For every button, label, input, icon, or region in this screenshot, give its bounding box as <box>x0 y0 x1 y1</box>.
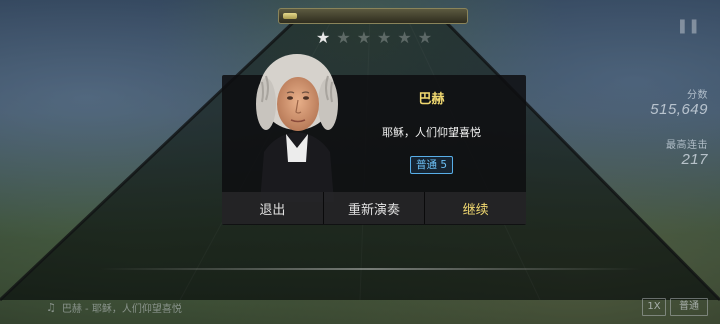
star-rating: ★ ★ ★ ★ ★ ★ <box>316 27 432 49</box>
star-icon: ★ <box>397 28 412 47</box>
song-progress-fill <box>283 13 298 19</box>
difficulty-button[interactable]: 普通 <box>670 298 708 316</box>
max-combo-value: 217 <box>681 151 708 168</box>
exit-button[interactable]: 退出 <box>222 192 323 224</box>
star-icon: ★ <box>316 28 331 47</box>
difficulty-badge: 普通 5 <box>410 156 454 174</box>
restart-button[interactable]: 重新演奏 <box>322 192 425 224</box>
star-icon: ★ <box>356 28 372 47</box>
dialog-button-row: 退出 重新演奏 继续 <box>222 192 527 224</box>
max-combo-label: 最高连击 <box>666 140 708 151</box>
composer-portrait <box>256 54 338 202</box>
game-screen: ★ ★ ★ ★ ★ ★ ❚❚ 分数 515,649 最高连击 217 巴赫 耶稣，人们仰望… <box>0 0 720 324</box>
now-playing: ♫ 巴赫 - 耶稣，人们仰望喜悦 <box>46 300 182 315</box>
bottom-bar: ♫ 巴赫 - 耶稣，人们仰望喜悦 1X 普通 <box>38 298 712 316</box>
speed-button[interactable]: 1X <box>642 298 666 316</box>
star-icon: ★ <box>417 28 433 47</box>
music-note-icon: ♫ <box>46 301 56 314</box>
pause-icon[interactable]: ❚❚ <box>677 18 700 34</box>
score-label: 分数 <box>687 90 708 101</box>
star-icon: ★ <box>336 28 351 47</box>
song-progress-bar <box>278 8 468 24</box>
score-value: 515,649 <box>650 101 708 118</box>
star-icon: ★ <box>377 28 392 47</box>
continue-button[interactable]: 继续 <box>424 192 527 224</box>
score-panel: 分数 515,649 <box>650 86 708 118</box>
max-combo-panel: 最高连击 217 <box>666 136 708 168</box>
judgment-line <box>100 268 640 270</box>
now-playing-text: 巴赫 - 耶稣，人们仰望喜悦 <box>61 304 182 315</box>
